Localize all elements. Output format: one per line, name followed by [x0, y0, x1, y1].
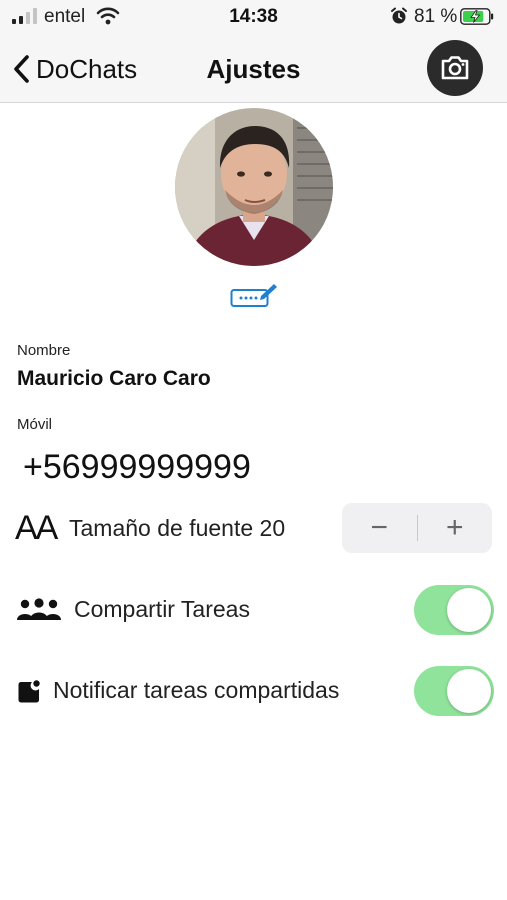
font-size-label: Tamaño de fuente 20 — [69, 515, 286, 541]
notify-shared-toggle[interactable] — [414, 666, 494, 716]
decrease-font-button[interactable]: − — [342, 503, 417, 553]
toggle-knob — [447, 669, 491, 713]
notify-shared-label: Notificar tareas compartidas — [53, 677, 340, 703]
font-size-stepper[interactable]: − + — [342, 503, 492, 553]
minus-icon: − — [370, 511, 389, 544]
name-label: Nombre — [17, 342, 71, 359]
increase-font-button[interactable]: + — [418, 503, 493, 553]
battery-charging-icon — [460, 8, 494, 25]
camera-icon — [441, 56, 469, 80]
edit-profile-icon[interactable] — [230, 281, 278, 309]
camera-button[interactable] — [427, 40, 483, 96]
share-tasks-toggle[interactable] — [414, 585, 494, 635]
plus-icon: + — [445, 511, 464, 544]
toggle-knob — [447, 588, 491, 632]
font-size-icon: AA — [15, 509, 58, 547]
profile-avatar[interactable] — [175, 108, 333, 266]
notification-badge-icon — [18, 680, 40, 703]
group-icon — [17, 598, 61, 620]
battery-percentage: 81 % — [414, 6, 458, 27]
profile-photo — [175, 108, 333, 266]
phone-label: Móvil — [17, 416, 53, 433]
share-tasks-label: Compartir Tareas — [74, 596, 250, 622]
name-value: Mauricio Caro Caro — [17, 367, 211, 390]
phone-value: +56999999999 — [23, 448, 251, 486]
alarm-icon — [391, 7, 407, 24]
